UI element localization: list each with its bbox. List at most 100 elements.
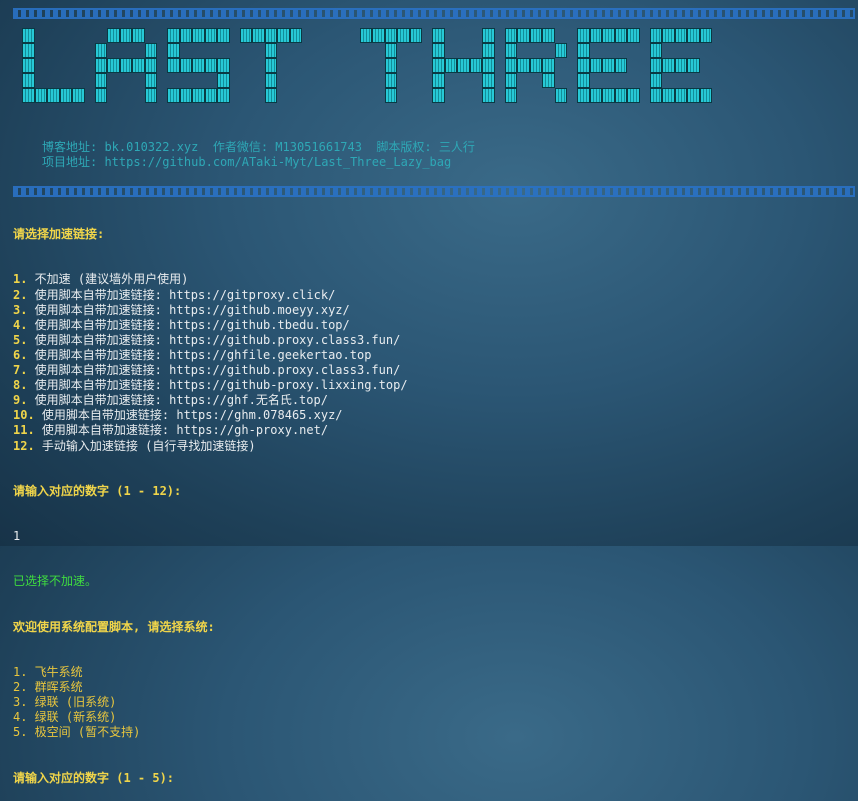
banner-block xyxy=(687,28,700,43)
banner-block xyxy=(457,58,470,73)
banner-block xyxy=(22,73,35,88)
banner-block xyxy=(674,88,687,103)
option-number: 5. xyxy=(13,332,28,347)
banner-block xyxy=(179,88,192,103)
banner-block xyxy=(384,88,397,103)
banner-block xyxy=(649,43,662,58)
banner-block xyxy=(577,88,590,103)
banner-block xyxy=(217,28,230,43)
banner-block xyxy=(72,88,85,103)
banner-block xyxy=(687,58,700,73)
banner-block xyxy=(542,58,555,73)
accel-option: 11. 使用脚本自带加速链接: https://gh-proxy.net/ xyxy=(13,423,854,438)
option-text: 使用脚本自带加速链接: https://ghfile.geekertao.top xyxy=(27,347,372,362)
banner-block xyxy=(482,73,495,88)
banner-block xyxy=(482,28,495,43)
banner-block xyxy=(289,28,302,43)
banner-block xyxy=(589,28,602,43)
option-number: 1. xyxy=(13,272,28,287)
banner-block xyxy=(167,58,180,73)
banner-block xyxy=(674,58,687,73)
banner-block xyxy=(577,28,590,43)
banner-block xyxy=(217,58,230,73)
banner-block xyxy=(627,28,640,43)
banner-block xyxy=(192,58,205,73)
banner-block xyxy=(699,28,712,43)
top-separator xyxy=(13,8,855,19)
banner-block xyxy=(517,28,530,43)
option-number: 7. xyxy=(13,363,28,378)
banner-block xyxy=(542,73,555,88)
banner-block xyxy=(504,73,517,88)
option-number: 11. xyxy=(13,423,35,438)
system-option: 3. 绿联 (旧系统) xyxy=(13,695,117,710)
middle-separator xyxy=(13,186,855,197)
banner-block xyxy=(482,88,495,103)
accel-option: 3. 使用脚本自带加速链接: https://github.moeyy.xyz/ xyxy=(13,303,854,318)
option-text: 不加速 (建议墙外用户使用) xyxy=(27,272,189,287)
banner-block xyxy=(409,28,422,43)
banner-block xyxy=(94,73,107,88)
banner-block xyxy=(264,58,277,73)
banner-block xyxy=(554,43,567,58)
banner-block xyxy=(649,88,662,103)
accel-option: 5. 使用脚本自带加速链接: https://github.proxy.clas… xyxy=(13,333,854,348)
banner-block xyxy=(107,28,120,43)
banner-block xyxy=(687,88,700,103)
input-prompt-system[interactable]: 请输入对应的数字 (1 - 5): xyxy=(13,771,854,786)
accel-option: 10. 使用脚本自带加速链接: https://ghm.078465.xyz/ xyxy=(13,408,854,423)
banner-block xyxy=(649,58,662,73)
banner-block xyxy=(192,88,205,103)
option-text: 使用脚本自带加速链接: https://github-proxy.lixxing… xyxy=(27,378,408,393)
banner-block xyxy=(264,88,277,103)
option-number: 9. xyxy=(13,393,28,408)
banner-block xyxy=(22,58,35,73)
banner-block xyxy=(167,43,180,58)
banner-block xyxy=(662,58,675,73)
banner-block xyxy=(239,28,252,43)
accel-option: 4. 使用脚本自带加速链接: https://github.tbedu.top/ xyxy=(13,318,854,333)
banner-block xyxy=(614,28,627,43)
banner-block xyxy=(384,28,397,43)
banner-block xyxy=(504,88,517,103)
banner-block xyxy=(384,73,397,88)
accel-option: 8. 使用脚本自带加速链接: https://github-proxy.lixx… xyxy=(13,378,854,393)
banner-block xyxy=(649,28,662,43)
banner-block xyxy=(107,58,120,73)
system-option: 1. 飞牛系统 xyxy=(13,664,83,679)
banner-block xyxy=(397,28,410,43)
accel-option: 2. 使用脚本自带加速链接: https://gitproxy.click/ xyxy=(13,288,854,303)
banner-block xyxy=(94,58,107,73)
banner-block xyxy=(119,28,132,43)
option-number: 10. xyxy=(13,408,35,423)
banner-block xyxy=(179,58,192,73)
option-text: 使用脚本自带加速链接: https://ghf.无名氏.top/ xyxy=(27,393,328,408)
input-value-accel[interactable]: 1 xyxy=(13,529,854,544)
option-number: 6. xyxy=(13,347,28,362)
accel-option: 9. 使用脚本自带加速链接: https://ghf.无名氏.top/ xyxy=(13,393,854,408)
banner-block xyxy=(542,28,555,43)
banner-block xyxy=(614,88,627,103)
option-number: 3. xyxy=(13,302,28,317)
option-text: 使用脚本自带加速链接: https://github.proxy.class3.… xyxy=(27,332,401,347)
banner-block xyxy=(144,88,157,103)
option-text: 使用脚本自带加速链接: https://gitproxy.click/ xyxy=(27,287,336,302)
selection-confirm: 已选择不加速。 xyxy=(13,574,98,589)
banner-block xyxy=(577,73,590,88)
banner-block xyxy=(204,28,217,43)
banner-block xyxy=(167,28,180,43)
banner-block xyxy=(627,88,640,103)
banner-block xyxy=(179,28,192,43)
banner-block xyxy=(602,58,615,73)
banner-block xyxy=(432,43,445,58)
accel-prompt: 请选择加速链接: xyxy=(13,227,105,242)
banner-block xyxy=(529,28,542,43)
banner-block xyxy=(602,88,615,103)
banner-block xyxy=(517,58,530,73)
banner-block xyxy=(699,88,712,103)
banner-block xyxy=(204,58,217,73)
accel-option: 12. 手动输入加速链接 (自行寻找加速链接) xyxy=(13,439,854,454)
banner-block xyxy=(432,88,445,103)
accel-option: 6. 使用脚本自带加速链接: https://ghfile.geekertao.… xyxy=(13,348,854,363)
input-prompt-accel: 请输入对应的数字 (1 - 12): xyxy=(13,483,182,498)
